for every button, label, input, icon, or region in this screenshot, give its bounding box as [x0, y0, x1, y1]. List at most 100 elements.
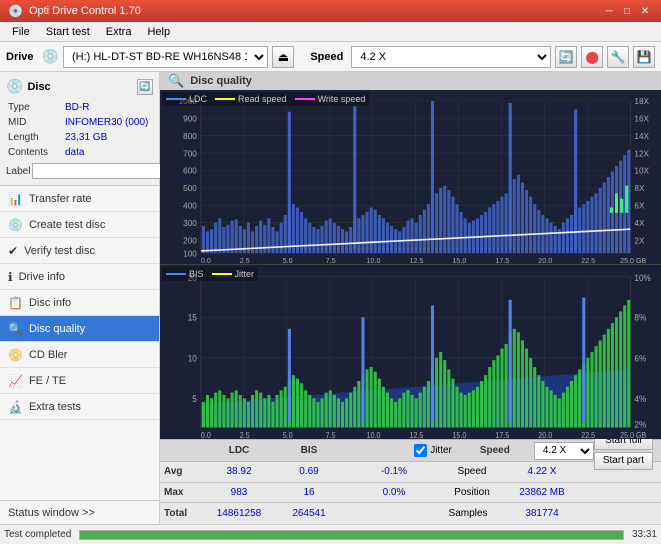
sidebar-item-disc-quality[interactable]: 🔍 Disc quality [0, 316, 159, 342]
disc-quality-label: Disc quality [29, 323, 85, 335]
legend-read-speed: Read speed [215, 94, 287, 104]
col-ldc: LDC [204, 445, 274, 456]
contents-label: Contents [8, 146, 63, 159]
sidebar: 💿 Disc 🔄 Type BD-R MID INFOMER30 (000) L… [0, 72, 160, 524]
length-value: 23,31 GB [65, 131, 151, 144]
tools-button[interactable]: 🔧 [607, 46, 629, 68]
svg-text:10.0: 10.0 [367, 256, 381, 264]
total-samples: 381774 [507, 508, 577, 519]
verify-test-disc-label: Verify test disc [24, 245, 95, 257]
svg-text:6%: 6% [634, 353, 646, 364]
sidebar-item-drive-info[interactable]: ℹ Drive info [0, 264, 159, 290]
drive-select[interactable]: (H:) HL-DT-ST BD-RE WH16NS48 1.D3 [63, 46, 268, 68]
eject-button[interactable]: ⏏ [272, 46, 294, 68]
status-window-button[interactable]: Status window >> [0, 500, 159, 524]
chart-top: LDC Read speed Write speed [160, 90, 661, 265]
svg-text:2%: 2% [634, 419, 646, 430]
stats-speed-select[interactable]: 4.2 X [534, 442, 594, 460]
jitter-checkbox[interactable] [414, 444, 427, 457]
svg-text:25.0 GB: 25.0 GB [620, 430, 646, 439]
menu-help[interactable]: Help [139, 24, 178, 40]
menu-start-test[interactable]: Start test [38, 24, 98, 40]
disc-panel-icon: 💿 [6, 78, 23, 95]
refresh-button[interactable]: 🔄 [555, 46, 577, 68]
sidebar-item-verify-test-disc[interactable]: ✔ Verify test disc [0, 238, 159, 264]
svg-text:15: 15 [188, 312, 197, 323]
main-layout: 💿 Disc 🔄 Type BD-R MID INFOMER30 (000) L… [0, 72, 661, 524]
col-bis: BIS [274, 445, 344, 456]
bottom-chart-svg: 20 15 10 5 10% 8% 6% 4% 2% 0.0 2.5 5.0 7… [160, 265, 661, 439]
drive-icon: 💿 [42, 48, 59, 65]
type-value: BD-R [65, 101, 151, 114]
svg-text:16X: 16X [634, 113, 649, 123]
avg-ldc: 38.92 [204, 466, 274, 477]
svg-text:22.5: 22.5 [581, 430, 595, 439]
svg-text:20.0: 20.0 [538, 430, 552, 439]
disc-quality-icon: 🔍 [8, 322, 23, 336]
sidebar-item-transfer-rate[interactable]: 📊 Transfer rate [0, 186, 159, 212]
sidebar-item-create-test-disc[interactable]: 💿 Create test disc [0, 212, 159, 238]
legend-ldc: LDC [166, 94, 207, 104]
svg-text:15.0: 15.0 [452, 430, 466, 439]
svg-text:10: 10 [188, 353, 197, 364]
svg-text:100: 100 [183, 248, 197, 258]
jitter-label: Jitter [430, 445, 452, 456]
charts-container: LDC Read speed Write speed [160, 90, 661, 439]
statusbar: Test completed 33:31 [0, 524, 661, 544]
disc-panel-title: Disc [27, 81, 50, 93]
svg-text:12.5: 12.5 [409, 430, 423, 439]
create-test-disc-label: Create test disc [29, 219, 105, 231]
svg-text:10.0: 10.0 [367, 430, 381, 439]
app-icon: 💿 [8, 4, 23, 18]
type-label: Type [8, 101, 63, 114]
svg-text:2.5: 2.5 [240, 256, 250, 264]
mid-label: MID [8, 116, 63, 129]
extra-tests-icon: 🔬 [8, 400, 23, 414]
menu-extra[interactable]: Extra [98, 24, 140, 40]
save-button[interactable]: 💾 [633, 46, 655, 68]
titlebar: 💿 Opti Drive Control 1.70 ─ □ ✕ [0, 0, 661, 22]
dq-title: Disc quality [190, 75, 252, 87]
sidebar-item-disc-info[interactable]: 📋 Disc info [0, 290, 159, 316]
close-button[interactable]: ✕ [637, 3, 653, 19]
drive-toolbar: Drive 💿 (H:) HL-DT-ST BD-RE WH16NS48 1.D… [0, 42, 661, 72]
legend-write-speed: Write speed [295, 94, 366, 104]
length-label: Length [8, 131, 63, 144]
svg-text:7.5: 7.5 [326, 430, 336, 439]
stats-footer: LDC BIS Jitter Speed 4.2 X Start full St… [160, 439, 661, 524]
disc-panel: 💿 Disc 🔄 Type BD-R MID INFOMER30 (000) L… [0, 72, 159, 186]
pos-label: Position [437, 487, 507, 498]
menubar: File Start test Extra Help [0, 22, 661, 42]
max-pos: 23862 MB [507, 487, 577, 498]
sidebar-item-cd-bler[interactable]: 📀 CD Bler [0, 342, 159, 368]
minimize-button[interactable]: ─ [601, 3, 617, 19]
speed-label: Speed [310, 51, 343, 63]
total-ldc: 14861258 [204, 508, 274, 519]
transfer-rate-icon: 📊 [8, 192, 23, 206]
menu-file[interactable]: File [4, 24, 38, 40]
svg-text:14X: 14X [634, 131, 649, 141]
speed-select[interactable]: 4.2 X [351, 46, 551, 68]
total-bis: 264541 [274, 508, 344, 519]
svg-text:5.0: 5.0 [283, 256, 293, 264]
legend-bis: BIS [166, 269, 204, 279]
svg-text:0.0: 0.0 [201, 430, 211, 439]
label-input[interactable] [32, 163, 170, 179]
settings-button[interactable]: ⬤ [581, 46, 603, 68]
disc-info-table: Type BD-R MID INFOMER30 (000) Length 23,… [6, 99, 153, 161]
disc-refresh-btn[interactable]: 🔄 [137, 79, 153, 95]
jitter-checkbox-row: Jitter [414, 444, 452, 457]
legend-jitter: Jitter [212, 269, 255, 279]
svg-text:7.5: 7.5 [326, 256, 336, 264]
sidebar-item-extra-tests[interactable]: 🔬 Extra tests [0, 394, 159, 420]
svg-text:6X: 6X [634, 200, 644, 210]
maximize-button[interactable]: □ [619, 3, 635, 19]
fe-te-label: FE / TE [29, 375, 66, 387]
svg-text:10%: 10% [634, 273, 651, 284]
app-title: Opti Drive Control 1.70 [29, 5, 599, 17]
sidebar-item-fe-te[interactable]: 📈 FE / TE [0, 368, 159, 394]
nav-list: 📊 Transfer rate 💿 Create test disc ✔ Ver… [0, 186, 159, 500]
avg-jitter: -0.1% [359, 466, 429, 477]
read-speed-color [215, 98, 235, 100]
label-label: Label [6, 166, 30, 177]
